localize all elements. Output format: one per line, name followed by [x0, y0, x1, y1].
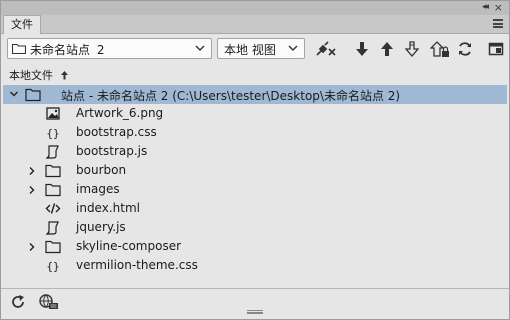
file-tree: 站点 - 未命名站点 2 (C:\Users\tester\Desktop\未命…	[3, 85, 507, 285]
tree-item-label: images	[76, 182, 120, 196]
get-files-button[interactable]	[353, 40, 371, 58]
files-toolbar: 未命名站点 2 本地 视图	[1, 35, 509, 63]
view-select-value: 本地 视图	[224, 43, 276, 57]
view-select[interactable]: 本地 视图	[217, 38, 305, 59]
panel-title-strip: ◂◂ ×	[1, 1, 509, 15]
expand-icon	[488, 42, 504, 56]
tree-root-row[interactable]: 站点 - 未命名站点 2 (C:\Users\tester\Desktop\未命…	[3, 85, 507, 104]
folder-icon	[45, 164, 61, 178]
log-icon[interactable]	[39, 294, 59, 310]
collapse-panel-icon[interactable]: ◂◂	[482, 2, 489, 12]
location-header[interactable]: 本地文件	[9, 67, 69, 83]
check-in-icon	[430, 41, 449, 57]
check-out-button[interactable]	[403, 40, 421, 58]
html-file-icon	[45, 203, 61, 214]
resize-grip[interactable]	[247, 310, 263, 314]
panel-footer	[1, 288, 509, 315]
panel-menu-icon[interactable]	[493, 19, 503, 28]
tree-item[interactable]: {} bootstrap.css	[3, 123, 507, 142]
site-folder-icon	[25, 88, 41, 102]
site-select-number: 2	[96, 43, 105, 57]
css-file-icon: {}	[46, 127, 59, 140]
tree-root-label: 站点 - 未命名站点 2 (C:\Users\tester\Desktop\未命…	[61, 89, 401, 103]
tree-item[interactable]: bourbon	[3, 161, 507, 180]
sort-ascending-icon	[60, 71, 68, 80]
chevron-right-icon[interactable]	[27, 185, 37, 195]
js-file-icon	[45, 145, 59, 159]
tree-item-label: bootstrap.css	[76, 125, 157, 139]
put-files-button[interactable]	[378, 40, 396, 58]
folder-icon	[12, 43, 26, 54]
close-panel-icon[interactable]: ×	[494, 1, 503, 14]
image-file-icon	[46, 107, 60, 120]
tree-item[interactable]: bootstrap.js	[3, 142, 507, 161]
panel-tab-row: 文件	[1, 15, 509, 34]
tree-item[interactable]: {} vermilion-theme.css	[3, 256, 507, 275]
location-label: 本地文件	[9, 69, 53, 82]
chevron-down-icon[interactable]	[9, 89, 19, 99]
tree-item-label: skyline-composer	[76, 239, 182, 253]
check-in-button[interactable]	[430, 40, 450, 58]
tree-item[interactable]: index.html	[3, 199, 507, 218]
svg-text:{}: {}	[46, 260, 59, 273]
tree-item-label: bourbon	[76, 163, 127, 177]
svg-text:{}: {}	[46, 127, 59, 140]
tree-item-label: vermilion-theme.css	[76, 258, 198, 272]
tree-item-label: bootstrap.js	[76, 144, 148, 158]
get-icon	[356, 42, 368, 56]
tree-item-label: index.html	[76, 201, 140, 215]
connect-icon	[316, 41, 336, 56]
refresh-button[interactable]	[456, 40, 474, 58]
expand-view-button[interactable]	[487, 40, 505, 58]
chevron-down-icon	[195, 45, 205, 51]
site-select[interactable]: 未命名站点 2	[7, 38, 212, 59]
tree-item[interactable]: images	[3, 180, 507, 199]
check-out-icon	[405, 41, 419, 57]
site-select-name: 未命名站点	[30, 43, 91, 57]
folder-icon	[45, 183, 61, 197]
put-icon	[381, 42, 393, 56]
refresh-icon[interactable]	[10, 294, 26, 310]
tree-item[interactable]: Artwork_6.png	[3, 104, 507, 123]
tree-item[interactable]: skyline-composer	[3, 237, 507, 256]
chevron-right-icon[interactable]	[27, 242, 37, 252]
css-file-icon: {}	[46, 260, 59, 273]
refresh-icon	[459, 42, 471, 56]
tree-item[interactable]: jquery.js	[3, 218, 507, 237]
tab-files[interactable]: 文件	[3, 15, 41, 34]
chevron-down-icon	[288, 45, 298, 51]
connect-button[interactable]	[315, 40, 337, 58]
files-panel: ◂◂ × 文件 未命名站点 2 本地 视图 本地文件 站点 - 未命名站点 2 …	[0, 0, 510, 320]
tree-item-label: Artwork_6.png	[76, 106, 164, 120]
tree-item-label: jquery.js	[76, 220, 126, 234]
chevron-right-icon[interactable]	[27, 166, 37, 176]
js-file-icon	[45, 221, 59, 235]
folder-icon	[45, 240, 61, 254]
